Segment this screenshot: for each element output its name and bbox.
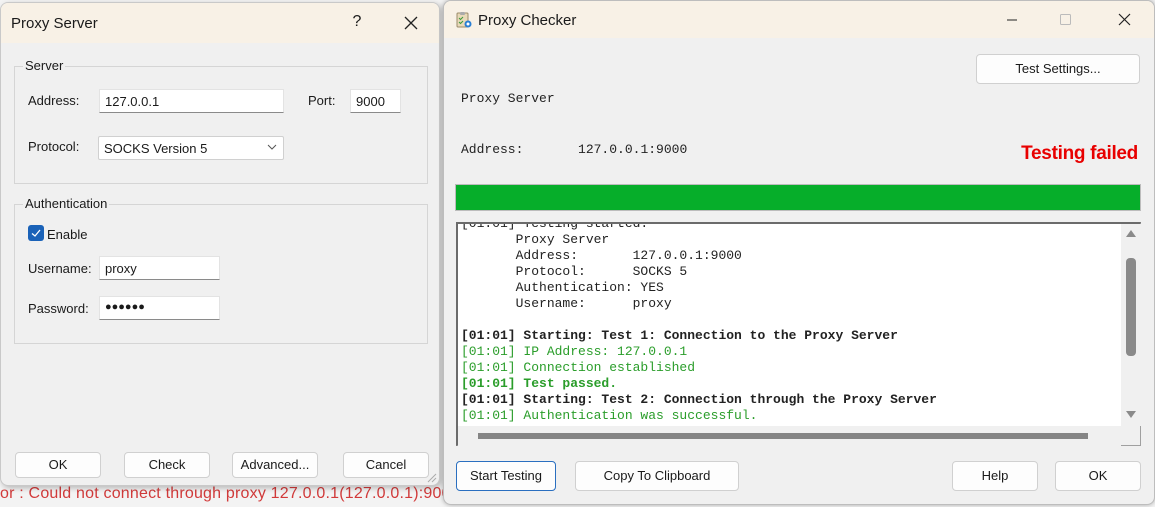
- clipboard-checklist-icon: [456, 11, 472, 29]
- summary-heading: Proxy Server: [461, 91, 555, 106]
- log-line: [01:01] IP Address: 127.0.0.1: [461, 344, 688, 359]
- proxy-checker-dialog: Proxy Checker Proxy Server Address: 127.…: [443, 0, 1155, 505]
- enable-label[interactable]: Enable: [47, 227, 87, 242]
- copy-to-clipboard-button[interactable]: Copy To Clipboard: [575, 461, 739, 491]
- dialog-title: Proxy Server: [11, 15, 98, 32]
- log-line: Proxy Server: [461, 232, 610, 247]
- password-input[interactable]: ●●●●●●: [99, 296, 220, 320]
- log-line: [01:01] Connection established: [461, 360, 696, 375]
- authentication-group-label: Authentication: [23, 196, 110, 211]
- log-line: [01:01] Starting: Test 2: Connection thr…: [461, 392, 937, 407]
- minimize-icon[interactable]: [994, 7, 1030, 33]
- advanced-button[interactable]: Advanced...: [232, 452, 318, 478]
- log-line: Protocol: SOCKS 5: [461, 264, 688, 279]
- progress-bar: [455, 184, 1141, 211]
- progress-fill: [456, 185, 1140, 210]
- log-line: Authentication: YES: [461, 280, 664, 295]
- protocol-label: Protocol:: [28, 139, 80, 154]
- server-group-label: Server: [23, 58, 66, 73]
- enable-checkbox[interactable]: [28, 225, 44, 241]
- proxy-server-dialog: Proxy Server ? Server Address: 127.0.0.1…: [0, 2, 440, 486]
- log-line: [01:01] Starting: Test 1: Connection to …: [461, 328, 898, 343]
- scroll-down-arrow-icon[interactable]: [1126, 411, 1136, 418]
- log-line: [01:01] Testing started:: [461, 224, 937, 232]
- horizontal-scrollbar[interactable]: [458, 426, 1121, 446]
- server-group: Server: [14, 58, 428, 184]
- address-input[interactable]: 127.0.0.1: [99, 89, 284, 113]
- horizontal-scroll-thumb[interactable]: [478, 433, 1088, 439]
- proxy-checker-titlebar: Proxy Checker: [444, 1, 1154, 38]
- log-panel: [01:01] Testing started: Proxy Server Ad…: [456, 222, 1141, 446]
- log-line: Username: proxy: [461, 296, 672, 311]
- username-input[interactable]: proxy: [99, 256, 220, 280]
- status-text: Testing failed: [1021, 143, 1138, 164]
- chevron-down-icon: [267, 141, 277, 153]
- proxy-server-titlebar: Proxy Server ?: [1, 3, 439, 43]
- ok-button[interactable]: OK: [1055, 461, 1141, 491]
- close-icon[interactable]: [1106, 7, 1142, 33]
- summary-row-address: Address: 127.0.0.1:9000: [461, 142, 688, 157]
- cancel-button[interactable]: Cancel: [343, 452, 429, 478]
- vertical-scrollbar[interactable]: [1121, 224, 1141, 426]
- help-icon[interactable]: ?: [347, 13, 367, 31]
- password-label: Password:: [28, 301, 89, 316]
- resize-grip-icon[interactable]: [425, 471, 437, 483]
- username-label: Username:: [28, 261, 92, 276]
- log-line: Address: 127.0.0.1:9000: [461, 248, 742, 263]
- checkmark-icon: [31, 229, 41, 237]
- dialog-title: Proxy Checker: [478, 12, 577, 29]
- log-line: [01:01] Authentication was successful.: [461, 408, 758, 423]
- start-testing-button[interactable]: Start Testing: [456, 461, 556, 491]
- protocol-selected-value: SOCKS Version 5: [104, 141, 208, 156]
- log-line: [01:01] Test passed.: [461, 376, 618, 391]
- test-settings-button[interactable]: Test Settings...: [976, 54, 1140, 84]
- close-icon[interactable]: [399, 11, 423, 35]
- protocol-select[interactable]: SOCKS Version 5: [98, 136, 284, 160]
- maximize-icon: [1047, 7, 1083, 33]
- check-button[interactable]: Check: [124, 452, 210, 478]
- port-label: Port:: [308, 93, 336, 108]
- address-label: Address:: [28, 93, 80, 108]
- help-button[interactable]: Help: [952, 461, 1038, 491]
- ok-button[interactable]: OK: [15, 452, 101, 478]
- log-text-area[interactable]: [01:01] Testing started: Proxy Server Ad…: [458, 224, 1121, 426]
- log-lines: [01:01] Testing started: Proxy Server Ad…: [461, 224, 937, 424]
- scroll-up-arrow-icon[interactable]: [1126, 230, 1136, 237]
- vertical-scroll-thumb[interactable]: [1126, 258, 1136, 356]
- background-error-message: or : Could not connect through proxy 127…: [0, 485, 460, 502]
- port-input[interactable]: 9000: [350, 89, 401, 113]
